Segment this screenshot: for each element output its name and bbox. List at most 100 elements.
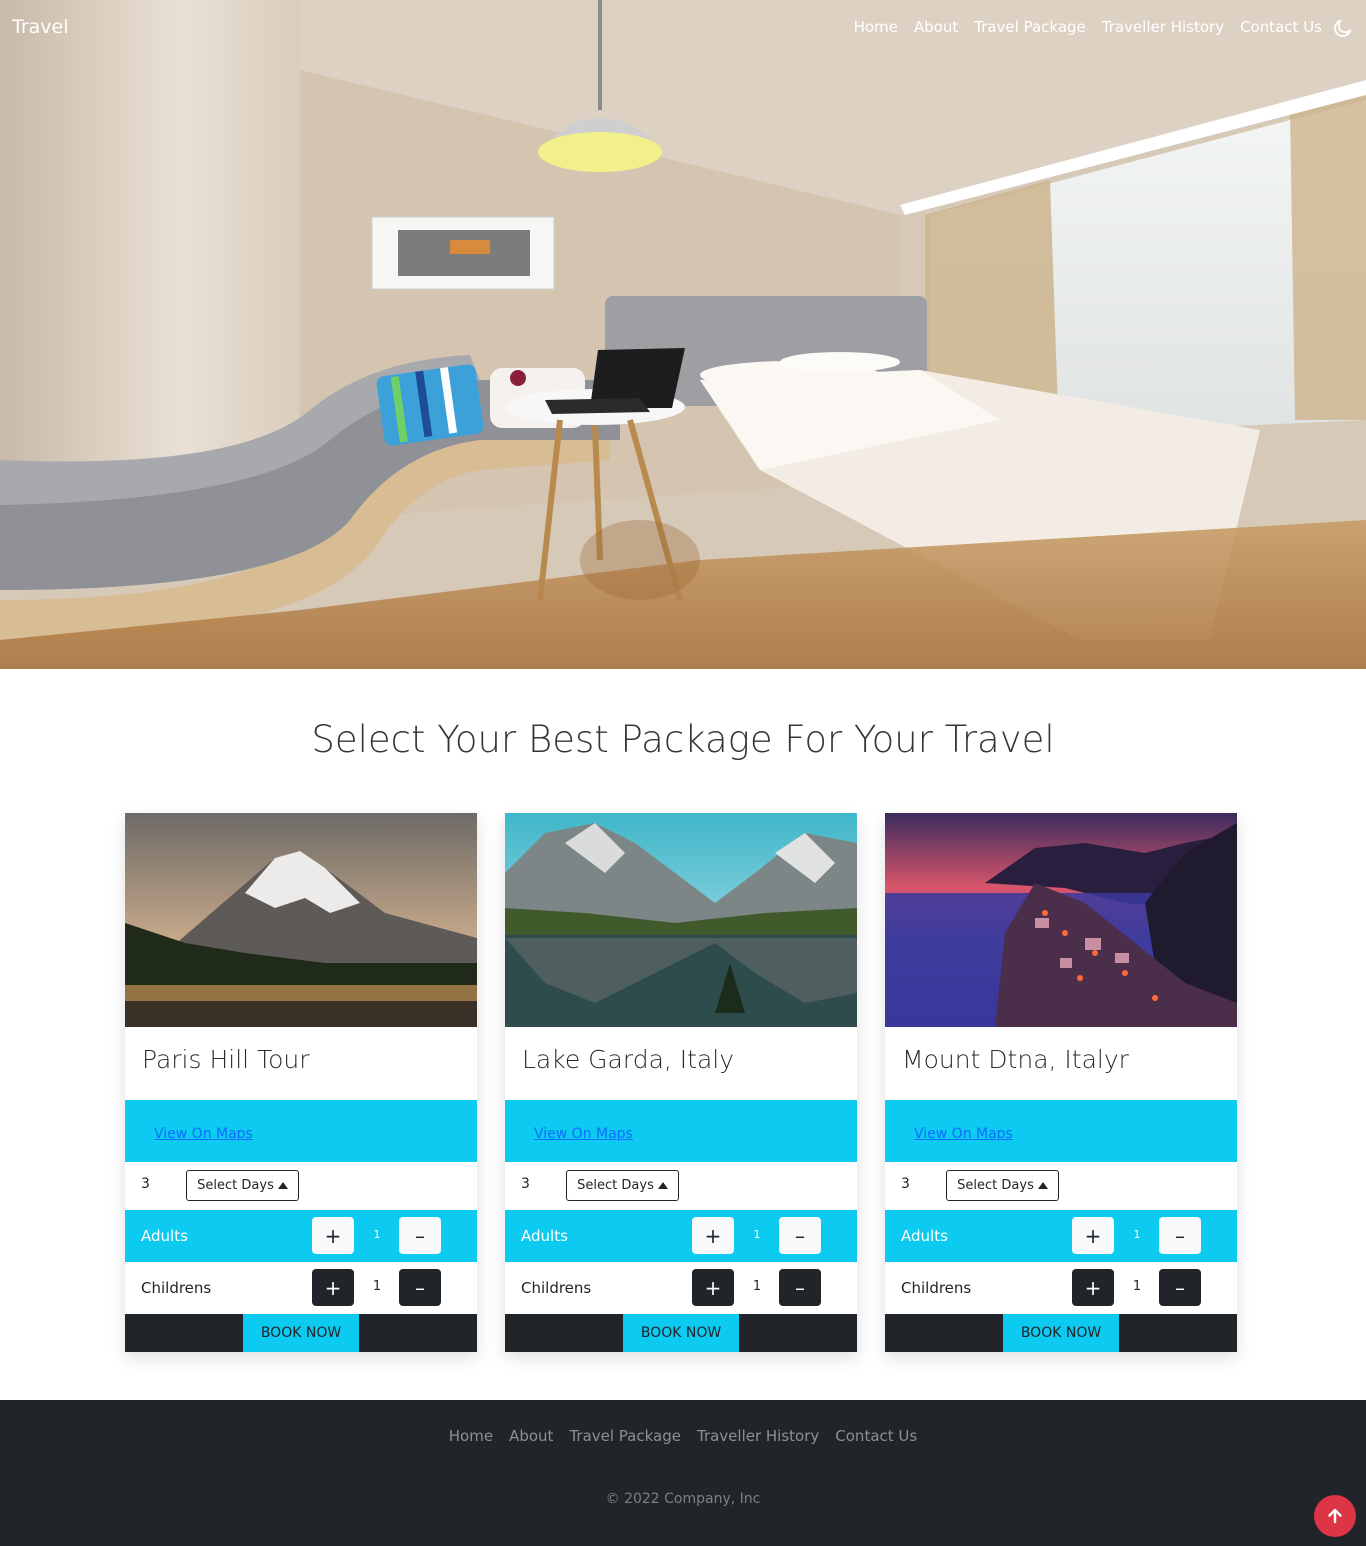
plus-icon: + [704, 1223, 722, 1248]
nav-link-about[interactable]: About [914, 18, 958, 36]
hotel-room-photo [0, 0, 1366, 669]
days-count: 3 [901, 1176, 910, 1192]
footer-links: Home About Travel Package Traveller Hist… [0, 1427, 1366, 1445]
footer-link-home[interactable]: Home [449, 1427, 493, 1445]
adults-decrement-button[interactable]: – [399, 1217, 441, 1254]
package-title: Paris Hill Tour [142, 1045, 310, 1074]
package-card: Mount Dtna, Italyr View On Maps 3 Select… [885, 813, 1237, 1352]
adults-counter: Adults + 1 – [505, 1210, 857, 1262]
coastal-village-sunset-photo [885, 813, 1237, 1027]
days-row: 3 Select Days [885, 1162, 1237, 1210]
footer-link-travel-package[interactable]: Travel Package [569, 1427, 681, 1445]
section-title: Select Your Best Package For Your Travel [311, 718, 1055, 761]
footer: Home About Travel Package Traveller Hist… [0, 1400, 1366, 1546]
children-label: Childrens [521, 1279, 592, 1297]
arrow-up-icon [1328, 1508, 1342, 1524]
footer-link-about[interactable]: About [509, 1427, 553, 1445]
minus-icon: – [795, 1275, 805, 1300]
nav-links: Home About Travel Package Traveller Hist… [854, 18, 1322, 36]
plus-icon: + [324, 1223, 342, 1248]
adults-decrement-button[interactable]: – [1159, 1217, 1201, 1254]
days-row: 3 Select Days [505, 1162, 857, 1210]
children-increment-button[interactable]: + [312, 1269, 354, 1306]
children-decrement-button[interactable]: – [779, 1269, 821, 1306]
view-on-maps-link[interactable]: View On Maps [154, 1126, 253, 1142]
children-label: Childrens [141, 1279, 212, 1297]
select-days-dropdown[interactable]: Select Days [566, 1170, 679, 1201]
nav-link-traveller-history[interactable]: Traveller History [1102, 18, 1224, 36]
children-counter: Childrens + 1 – [125, 1262, 477, 1314]
book-now-button[interactable]: BOOK NOW [243, 1314, 359, 1352]
package-image [505, 813, 857, 1027]
navbar: Travel Home About Travel Package Travell… [0, 0, 1366, 56]
maps-band: View On Maps [885, 1100, 1237, 1162]
package-image [885, 813, 1237, 1027]
children-count: 1 [372, 1279, 382, 1294]
nav-link-home[interactable]: Home [854, 18, 898, 36]
adults-decrement-button[interactable]: – [779, 1217, 821, 1254]
footer-link-contact-us[interactable]: Contact Us [835, 1427, 917, 1445]
adults-increment-button[interactable]: + [1072, 1217, 1114, 1254]
minus-icon: – [795, 1223, 805, 1248]
children-increment-button[interactable]: + [692, 1269, 734, 1306]
adults-counter: Adults + 1 – [885, 1210, 1237, 1262]
plus-icon: + [1084, 1275, 1102, 1300]
snowy-mountain-forest-photo [125, 813, 477, 1027]
days-row: 3 Select Days [125, 1162, 477, 1210]
package-title: Mount Dtna, Italyr [902, 1045, 1129, 1074]
days-count: 3 [141, 1176, 150, 1192]
minus-icon: – [415, 1223, 425, 1248]
adults-increment-button[interactable]: + [312, 1217, 354, 1254]
caret-up-icon [1037, 1182, 1048, 1189]
children-decrement-button[interactable]: – [399, 1269, 441, 1306]
select-days-label: Select Days [957, 1178, 1034, 1193]
days-count: 3 [521, 1176, 530, 1192]
adults-label: Adults [521, 1227, 568, 1245]
hero-banner: Travel Home About Travel Package Travell… [0, 0, 1366, 669]
nav-link-contact-us[interactable]: Contact Us [1240, 18, 1322, 36]
children-counter: Childrens + 1 – [505, 1262, 857, 1314]
package-card: Paris Hill Tour View On Maps 3 Select Da… [125, 813, 477, 1352]
package-image [125, 813, 477, 1027]
footer-link-traveller-history[interactable]: Traveller History [697, 1427, 819, 1445]
adults-increment-button[interactable]: + [692, 1217, 734, 1254]
select-days-label: Select Days [577, 1178, 654, 1193]
caret-up-icon [657, 1182, 668, 1189]
book-bar: BOOK NOW [125, 1314, 477, 1352]
brand-logo[interactable]: Travel [12, 16, 68, 38]
plus-icon: + [704, 1275, 722, 1300]
moon-icon[interactable] [1332, 17, 1354, 39]
copyright-text: © 2022 Company, Inc [605, 1491, 761, 1507]
children-increment-button[interactable]: + [1072, 1269, 1114, 1306]
minus-icon: – [415, 1275, 425, 1300]
adults-count: 1 [753, 1228, 761, 1241]
package-card: Lake Garda, Italy View On Maps 3 Select … [505, 813, 857, 1352]
children-counter: Childrens + 1 – [885, 1262, 1237, 1314]
adults-count: 1 [1133, 1228, 1141, 1241]
book-now-button[interactable]: BOOK NOW [623, 1314, 739, 1352]
minus-icon: – [1175, 1275, 1185, 1300]
book-bar: BOOK NOW [505, 1314, 857, 1352]
children-decrement-button[interactable]: – [1159, 1269, 1201, 1306]
plus-icon: + [1084, 1223, 1102, 1248]
nav-link-travel-package[interactable]: Travel Package [974, 18, 1086, 36]
maps-band: View On Maps [505, 1100, 857, 1162]
caret-up-icon [277, 1182, 288, 1189]
package-title: Lake Garda, Italy [522, 1045, 735, 1074]
adults-label: Adults [901, 1227, 948, 1245]
select-days-label: Select Days [197, 1178, 274, 1193]
view-on-maps-link[interactable]: View On Maps [534, 1126, 633, 1142]
back-to-top-button[interactable] [1314, 1495, 1356, 1537]
book-now-button[interactable]: BOOK NOW [1003, 1314, 1119, 1352]
mountain-lake-reflection-photo [505, 813, 857, 1027]
minus-icon: – [1175, 1223, 1185, 1248]
children-label: Childrens [901, 1279, 972, 1297]
adults-counter: Adults + 1 – [125, 1210, 477, 1262]
children-count: 1 [752, 1279, 762, 1294]
maps-band: View On Maps [125, 1100, 477, 1162]
select-days-dropdown[interactable]: Select Days [186, 1170, 299, 1201]
select-days-dropdown[interactable]: Select Days [946, 1170, 1059, 1201]
adults-count: 1 [373, 1228, 381, 1241]
adults-label: Adults [141, 1227, 188, 1245]
view-on-maps-link[interactable]: View On Maps [914, 1126, 1013, 1142]
